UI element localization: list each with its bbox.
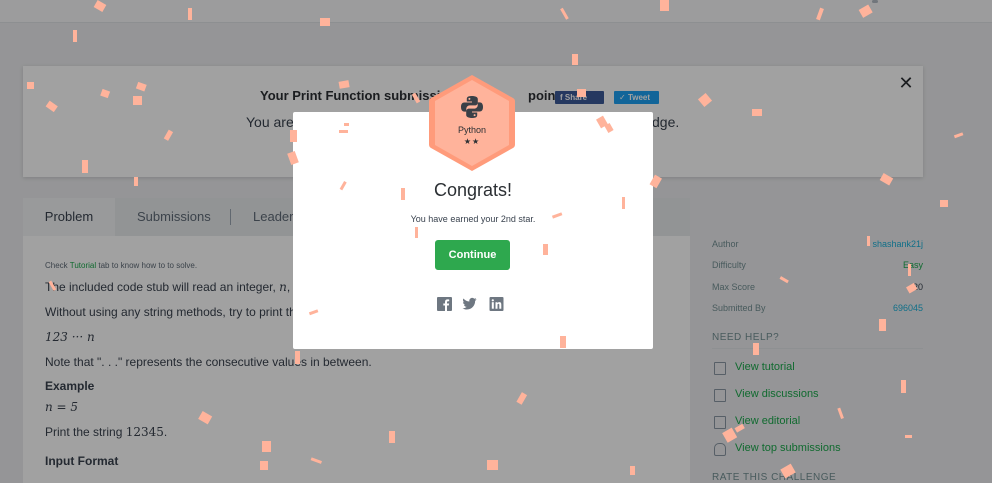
twitter-icon[interactable]	[462, 297, 477, 311]
badge-label: Python	[457, 125, 487, 135]
modal-title: Congrats!	[433, 180, 513, 200]
linkedin-icon[interactable]	[489, 297, 504, 311]
facebook-icon[interactable]	[437, 297, 452, 311]
badge-stars: ★★	[463, 137, 481, 146]
python-star-badge	[429, 75, 515, 171]
continue-button[interactable]: Continue	[435, 240, 510, 270]
modal-message: You have earned your 2nd star.	[410, 214, 536, 224]
